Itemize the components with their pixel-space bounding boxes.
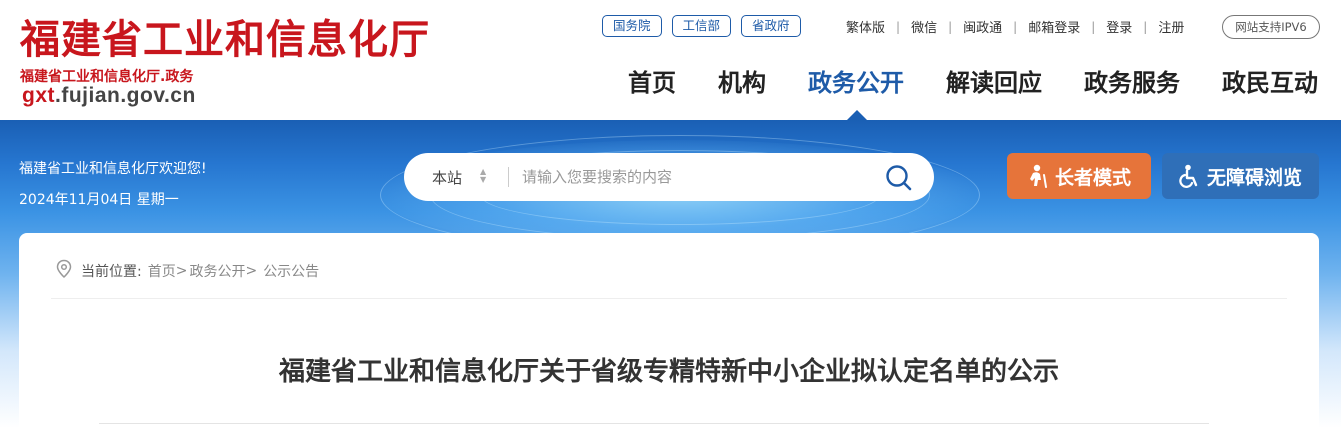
elder-person-icon xyxy=(1027,164,1049,188)
current-date: 2024年11月04日 星期一 xyxy=(19,192,179,208)
breadcrumb-government-affairs[interactable]: 政务公开 xyxy=(189,261,245,281)
breadcrumb: 当前位置: 首页 > 政务公开 > 公示公告 xyxy=(55,259,319,283)
nav-services[interactable]: 政务服务 xyxy=(1084,66,1180,100)
quick-link-guowuyuan[interactable]: 国务院 xyxy=(602,15,662,37)
nav-organization[interactable]: 机构 xyxy=(718,66,766,100)
top-link-separator: | xyxy=(1143,19,1148,34)
top-link-minzhengtong[interactable]: 闽政通 xyxy=(963,17,1002,36)
accessible-browse-label: 无障碍浏览 xyxy=(1206,166,1302,189)
top-link-separator: | xyxy=(896,19,901,34)
top-link-login[interactable]: 登录 xyxy=(1106,17,1132,36)
active-nav-indicator xyxy=(847,110,867,120)
site-header: 福建省工业和信息化厅 福建省工业和信息化厅.政务 gxt.fujian.gov.… xyxy=(0,0,1341,120)
top-link-separator: | xyxy=(1013,19,1018,34)
breadcrumb-separator: > xyxy=(175,263,188,279)
domain-prefix: gxt xyxy=(22,84,55,107)
breadcrumb-announcements[interactable]: 公示公告 xyxy=(263,261,319,281)
nav-home[interactable]: 首页 xyxy=(628,66,676,100)
top-link-separator: | xyxy=(1091,19,1096,34)
breadcrumb-separator: > xyxy=(245,263,258,279)
search-icon[interactable] xyxy=(884,163,914,193)
nav-government-affairs[interactable]: 政务公开 xyxy=(808,66,904,100)
breadcrumb-label: 当前位置: xyxy=(81,264,142,280)
ipv6-badge: 网站支持IPV6 xyxy=(1222,15,1320,39)
article-title: 福建省工业和信息化厅关于省级专精特新中小企业拟认定名单的公示 xyxy=(278,357,1059,387)
quick-link-shengzhengfu[interactable]: 省政府 xyxy=(741,15,801,37)
elder-mode-button[interactable]: 长者模式 xyxy=(1007,153,1151,199)
domain-rest: .fujian.gov.cn xyxy=(55,84,196,107)
elder-mode-label: 长者模式 xyxy=(1054,166,1131,189)
breadcrumb-divider xyxy=(51,298,1287,299)
nav-interaction[interactable]: 政民互动 xyxy=(1222,66,1318,100)
location-pin-icon xyxy=(55,259,73,283)
quick-link-gongxinbu[interactable]: 工信部 xyxy=(671,15,732,37)
logo-subtitle: 福建省工业和信息化厅.政务 xyxy=(20,69,194,85)
top-link-mail-login[interactable]: 邮箱登录 xyxy=(1028,17,1080,36)
sort-arrows-icon[interactable]: ▲ ▼ xyxy=(480,168,486,184)
logo-title[interactable]: 福建省工业和信息化厅 xyxy=(20,16,430,64)
welcome-text: 福建省工业和信息化厅欢迎您! xyxy=(19,161,207,177)
accessible-browse-button[interactable]: 无障碍浏览 xyxy=(1162,153,1319,199)
top-link-wechat[interactable]: 微信 xyxy=(911,17,937,36)
quick-links: 国务院 工信部 省政府 xyxy=(602,15,801,37)
main-nav: 首页 机构 政务公开 解读回应 政务服务 政民互动 xyxy=(628,66,1318,100)
search-box: 本站 ▲ ▼ xyxy=(404,153,934,201)
wheelchair-icon xyxy=(1179,164,1201,188)
top-link-register[interactable]: 注册 xyxy=(1158,17,1184,36)
title-divider xyxy=(99,423,1209,424)
top-link-traditional[interactable]: 繁体版 xyxy=(846,17,885,36)
search-input[interactable] xyxy=(522,161,872,193)
content-card: 当前位置: 首页 > 政务公开 > 公示公告 福建省工业和信息化厅关于省级专精特… xyxy=(19,233,1319,428)
nav-interpretation[interactable]: 解读回应 xyxy=(946,66,1042,100)
search-scope-select[interactable]: 本站 xyxy=(432,167,462,188)
breadcrumb-home[interactable]: 首页 xyxy=(148,261,176,281)
search-divider xyxy=(508,167,509,187)
logo-domain: gxt.fujian.gov.cn xyxy=(22,84,196,108)
top-links: 繁体版 | 微信 | 闽政通 | 邮箱登录 | 登录 | 注册 xyxy=(846,17,1184,37)
top-link-separator: | xyxy=(948,19,953,34)
